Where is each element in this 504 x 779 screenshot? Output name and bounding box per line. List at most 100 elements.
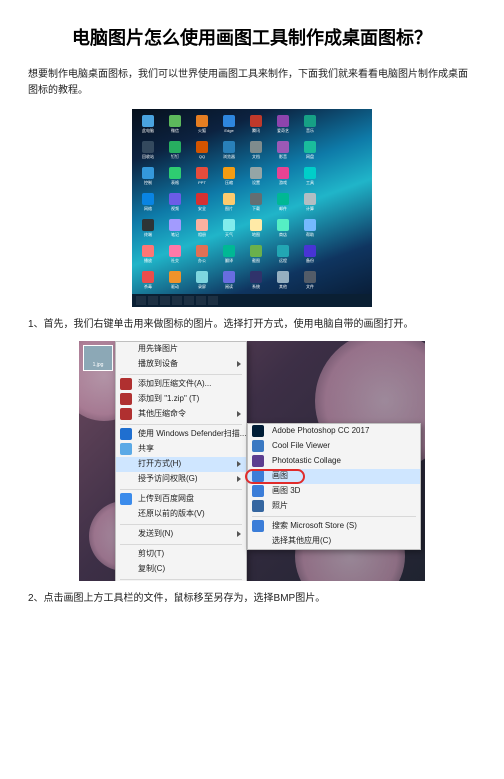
desktop-icon: 图片 (219, 193, 239, 217)
chevron-right-icon (237, 461, 241, 467)
desktop-icon: 笔记 (165, 219, 185, 243)
desktop-icon: 地图 (246, 219, 266, 243)
menu-separator (120, 489, 242, 490)
context-menu-item[interactable]: 共享 (116, 442, 246, 457)
menu-item-icon (252, 520, 264, 532)
desktop-icon: 浏览器 (219, 141, 239, 165)
context-menu-item[interactable]: 复制(C) (116, 562, 246, 577)
desktop-icon: 此电脑 (138, 115, 158, 139)
desktop-icon: 音乐 (300, 115, 320, 139)
taskbar-icon (208, 296, 218, 305)
desktop-icon: 回收站 (138, 141, 158, 165)
desktop-icon: 备份 (300, 245, 320, 269)
menu-item-icon (120, 443, 132, 455)
page-title: 电脑图片怎么使用画图工具制作成桌面图标？ (28, 24, 476, 53)
chevron-right-icon (237, 476, 241, 482)
desktop-icon: 远程 (273, 245, 293, 269)
openwith-menu-item[interactable]: 照片 (248, 499, 420, 514)
desktop-icon: 安全 (192, 193, 212, 217)
context-menu-item[interactable]: 上传到百度网盘 (116, 492, 246, 507)
context-menu-item[interactable]: 打开方式(H) (116, 457, 246, 472)
menu-item-icon (252, 455, 264, 467)
desktop-icon: 其他 (273, 271, 293, 295)
desktop-icon: 控制 (138, 167, 158, 191)
desktop-icon: 下载 (246, 193, 266, 217)
menu-item-icon (120, 408, 132, 420)
desktop-icon: 工具 (300, 167, 320, 191)
desktop-icon: 游戏 (273, 167, 293, 191)
menu-item-label: Cool File Viewer (272, 440, 330, 453)
desktop-icon: 播放 (138, 245, 158, 269)
openwith-menu-item[interactable]: Cool File Viewer (248, 439, 420, 454)
menu-separator (120, 544, 242, 545)
openwith-menu-item[interactable]: 选择其他应用(C) (248, 534, 420, 549)
taskbar-icon (148, 296, 158, 305)
intro-text: 想要制作电脑桌面图标，我们可以世界使用画图工具来制作，下面我们就来看看电脑图片制… (28, 67, 476, 99)
desktop-icon: 计算 (300, 193, 320, 217)
menu-separator (120, 424, 242, 425)
context-menu-item[interactable]: 授予访问权限(G) (116, 472, 246, 487)
menu-item-label: 选择其他应用(C) (272, 535, 331, 548)
context-menu-item[interactable]: 用先锋图片 (116, 342, 246, 357)
taskbar-icon (160, 296, 170, 305)
menu-item-label: Phototastic Collage (272, 455, 341, 468)
desktop-icon: 录屏 (192, 271, 212, 295)
chevron-right-icon (237, 411, 241, 417)
desktop-icon: 终端 (138, 219, 158, 243)
context-menu-item[interactable]: 使用 Windows Defender扫描... (116, 427, 246, 442)
desktop-icon: 视频 (165, 193, 185, 217)
context-menu-item[interactable]: 添加到 "1.zip" (T) (116, 392, 246, 407)
chevron-right-icon (237, 531, 241, 537)
menu-item-label: 其他压缩命令 (138, 408, 186, 421)
menu-item-label: 还原以前的版本(V) (138, 508, 205, 521)
context-menu-item[interactable]: 发送到(N) (116, 527, 246, 542)
desktop-icon: 网络 (138, 193, 158, 217)
context-menu-main: 用先锋图片播放到设备添加到压缩文件(A)...添加到 "1.zip" (T)其他… (115, 341, 247, 581)
desktop-icon: 网盘 (300, 141, 320, 165)
openwith-menu-item[interactable]: 搜索 Microsoft Store (S) (248, 519, 420, 534)
desktop-icon: 压缩 (219, 167, 239, 191)
context-menu-item[interactable]: 还原以前的版本(V) (116, 507, 246, 522)
step-2: 2、点击画图上方工具栏的文件，鼠标移至另存为，选择BMP图片。 (28, 591, 476, 607)
desktop-icon: 腾讯 (246, 115, 266, 139)
menu-item-label: 照片 (272, 500, 288, 513)
context-menu-item[interactable]: 剪切(T) (116, 547, 246, 562)
desktop-icon: 阅读 (219, 271, 239, 295)
menu-separator (120, 524, 242, 525)
taskbar (132, 294, 372, 307)
openwith-menu-item[interactable]: Adobe Photoshop CC 2017 (248, 424, 420, 439)
desktop-icon: 钉钉 (165, 141, 185, 165)
desktop-icon: 商店 (273, 219, 293, 243)
menu-item-label: 发送到(N) (138, 528, 173, 541)
context-menu-item[interactable]: 添加到压缩文件(A)... (116, 377, 246, 392)
figure-context-menu: 1.jpg 用先锋图片播放到设备添加到压缩文件(A)...添加到 "1.zip"… (79, 341, 425, 581)
menu-item-label: 搜索 Microsoft Store (S) (272, 520, 357, 533)
desktop-icon: Edge (219, 115, 239, 139)
menu-item-label: 共享 (138, 443, 154, 456)
openwith-menu-item[interactable]: Phototastic Collage (248, 454, 420, 469)
menu-item-label: 授予访问权限(G) (138, 473, 198, 486)
taskbar-icon (172, 296, 182, 305)
desktop-icon: 社交 (165, 245, 185, 269)
menu-item-label: 画图 (272, 470, 288, 483)
menu-item-label: 画图 3D (272, 485, 300, 498)
desktop-icon: 翻译 (219, 245, 239, 269)
openwith-menu-item[interactable]: 画图 (248, 469, 420, 484)
desktop-icon: 系统 (246, 271, 266, 295)
context-menu-item[interactable]: 播放到设备 (116, 357, 246, 372)
menu-separator (120, 374, 242, 375)
menu-item-label: 剪切(T) (138, 548, 164, 561)
figure-desktop: 此电脑微信火狐Edge腾讯爱奇艺音乐回收站钉钉QQ浏览器文档影音网盘控制表格PP… (132, 109, 372, 307)
start-icon (136, 296, 146, 305)
taskbar-icon (196, 296, 206, 305)
menu-item-icon (252, 500, 264, 512)
menu-item-label: 打开方式(H) (138, 458, 181, 471)
context-menu-item[interactable]: 其他压缩命令 (116, 407, 246, 422)
menu-item-label: 上传到百度网盘 (138, 493, 194, 506)
menu-item-label: Adobe Photoshop CC 2017 (272, 425, 369, 438)
menu-item-icon (120, 493, 132, 505)
desktop-icon: 天气 (219, 219, 239, 243)
openwith-menu-item[interactable]: 画图 3D (248, 484, 420, 499)
desktop-icon: 截图 (246, 245, 266, 269)
taskbar-icon (184, 296, 194, 305)
